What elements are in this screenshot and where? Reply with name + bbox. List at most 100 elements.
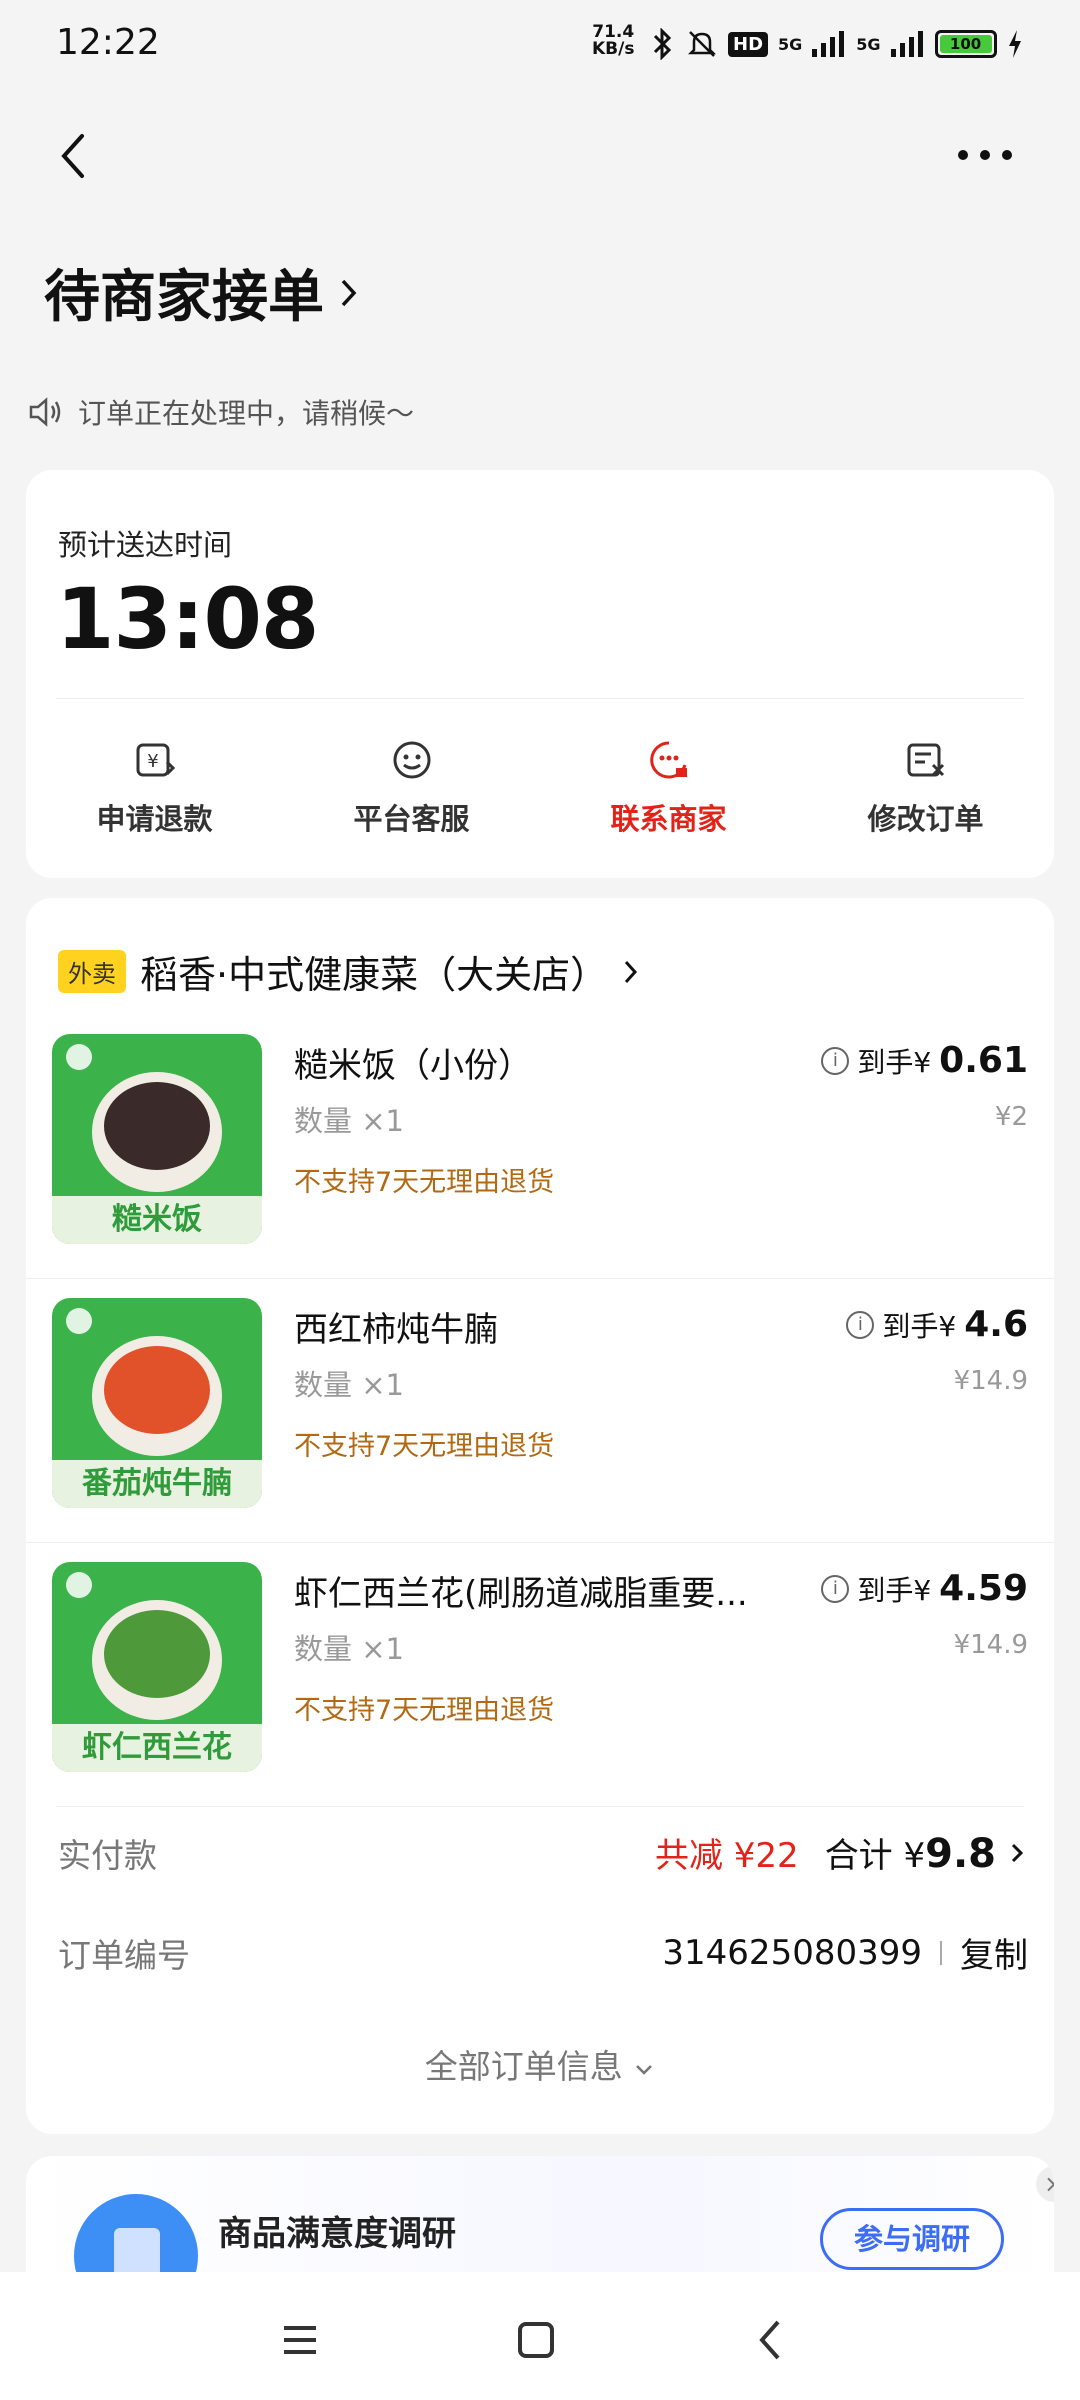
copy-button[interactable]: 复制 (960, 1928, 1028, 1977)
divider (56, 1806, 1024, 1807)
back-button[interactable] (52, 128, 96, 184)
payment-row[interactable]: 实付款 共减 ¥22 合计 ¥9.8 (58, 1828, 1028, 1877)
survey-title: 商品满意度调研 (218, 2214, 456, 2254)
order-number-row: 订单编号 314625080399 复制 (58, 1928, 1028, 1977)
refund-label: 申请退款 (96, 802, 213, 836)
status-icons: HD 5G 5G 100 (650, 24, 1023, 64)
shop-header[interactable]: 外卖 稻香·中式健康菜（大关店） (58, 944, 640, 999)
item-name: 西红柿炖牛腩 (294, 1310, 498, 1350)
order-item[interactable]: 糙米饭 糙米饭（小份） 数量 ×1 不支持7天无理由退货 i 到手¥ 0.61 ¥… (26, 1016, 1054, 1280)
svg-text:¥: ¥ (147, 751, 158, 772)
item-quantity: 数量 ×1 (294, 1104, 404, 1138)
payment-total: 合计 ¥9.8 (825, 1828, 996, 1877)
divider (56, 698, 1024, 699)
signal-1: 5G (778, 34, 803, 54)
no-return-note: 不支持7天无理由退货 (294, 1431, 555, 1462)
order-item[interactable]: 番茄炖牛腩 西红柿炖牛腩 数量 ×1 不支持7天无理由退货 i 到手¥ 4.6 ¥… (26, 1280, 1054, 1544)
menu-icon[interactable] (270, 2310, 330, 2370)
contact-merchant-label: 联系商家 (610, 802, 727, 836)
shop-name: 稻香·中式健康菜（大关店） (140, 953, 609, 997)
chevron-right-icon (624, 960, 638, 983)
divider (940, 1940, 942, 1965)
customer-service-button[interactable]: 平台客服 (283, 738, 540, 838)
contact-merchant-button[interactable]: 联系商家 (540, 738, 797, 838)
item-original-price: ¥2 (994, 1102, 1028, 1132)
signal-2: 5G (856, 34, 881, 54)
battery-icon: 100 (934, 30, 997, 58)
edit-order-label: 修改订单 (867, 802, 984, 836)
divider (26, 1542, 1054, 1543)
item-image: 番茄炖牛腩 (52, 1298, 262, 1508)
status-time: 12:22 (56, 22, 160, 63)
item-image-caption: 番茄炖牛腩 (52, 1460, 262, 1508)
notice-text: 订单正在处理中，请稍候～ (78, 397, 415, 430)
chevron-right-icon (1011, 1843, 1024, 1862)
speaker-icon (29, 397, 61, 427)
close-icon[interactable]: × (1036, 2166, 1054, 2202)
item-original-price: ¥14.9 (953, 1630, 1028, 1660)
price-prefix: 到手¥ (882, 1310, 957, 1343)
eta-label: 预计送达时间 (58, 528, 233, 562)
more-options-button[interactable] (958, 150, 1018, 170)
no-return-note: 不支持7天无理由退货 (294, 1167, 555, 1198)
net-speed: 71.4 KB/s (592, 24, 634, 58)
total-value: 9.8 (925, 1831, 996, 1877)
item-image: 糙米饭 (52, 1034, 262, 1244)
back-icon[interactable] (742, 2310, 802, 2370)
eta-time: 13:08 (56, 570, 319, 668)
system-nav-bar (0, 2272, 1080, 2400)
refund-button[interactable]: ¥ 申请退款 (26, 738, 283, 838)
customer-service-icon (393, 741, 430, 779)
food-graphic (104, 1610, 210, 1698)
order-details-card: 外卖 稻香·中式健康菜（大关店） 糙米饭 糙米饭（小份） 数量 ×1 不支持7天… (26, 898, 1054, 2134)
chevron-right-icon (341, 279, 357, 306)
order-status-title[interactable]: 待商家接单 (44, 252, 360, 333)
edit-order-button[interactable]: 修改订单 (797, 738, 1054, 838)
status-bar: 12:22 71.4 KB/s HD 5G 5G 100 (0, 0, 1080, 90)
all-order-info-label: 全部订单信息 (424, 2047, 623, 2086)
contact-merchant-icon (649, 741, 687, 779)
brand-logo (66, 1308, 92, 1334)
item-name: 糙米饭（小份） (294, 1046, 532, 1086)
order-item[interactable]: 虾仁西兰花 虾仁西兰花(刷肠道减脂重要... 数量 ×1 不支持7天无理由退货 … (26, 1544, 1054, 1808)
brand-logo (66, 1572, 92, 1598)
item-final-price: i 到手¥ 4.59 (821, 1568, 1028, 1609)
item-final-price: i 到手¥ 4.6 (846, 1304, 1028, 1345)
hd-badge: HD (728, 31, 769, 57)
discount-total: 共减 ¥22 (654, 1836, 799, 1876)
price-value: 4.59 (939, 1568, 1028, 1609)
item-image: 虾仁西兰花 (52, 1562, 262, 1772)
food-graphic (104, 1082, 210, 1170)
home-icon[interactable] (506, 2310, 566, 2370)
order-actions: ¥ 申请退款 平台客服 联系商家 修改订单 (26, 738, 1054, 838)
charging-icon (1008, 30, 1021, 58)
item-original-price: ¥14.9 (953, 1366, 1028, 1396)
item-image-caption: 虾仁西兰花 (52, 1724, 262, 1772)
battery-level: 100 (939, 35, 992, 53)
net-speed-unit: KB/s (592, 39, 635, 59)
price-value: 4.6 (964, 1304, 1028, 1345)
mute-bell-icon (687, 31, 717, 57)
info-icon[interactable]: i (821, 1046, 850, 1075)
info-icon[interactable]: i (821, 1574, 850, 1603)
item-image-caption: 糙米饭 (52, 1196, 262, 1244)
order-number-value: 314625080399 (662, 1932, 922, 1973)
join-survey-button[interactable]: 参与调研 (820, 2208, 1004, 2270)
item-quantity: 数量 ×1 (294, 1368, 404, 1402)
page-title: 待商家接单 (44, 265, 324, 330)
food-graphic (104, 1346, 210, 1434)
all-order-info-toggle[interactable]: 全部订单信息 (26, 2040, 1054, 2088)
refund-icon: ¥ (136, 743, 175, 777)
no-return-note: 不支持7天无理由退货 (294, 1695, 555, 1726)
brand-logo (66, 1044, 92, 1070)
payment-label: 实付款 (58, 1835, 157, 1875)
signal-bars-icon (812, 31, 845, 57)
notice-bar: 订单正在处理中，请稍候～ (28, 392, 414, 432)
item-quantity: 数量 ×1 (294, 1632, 404, 1666)
item-final-price: i 到手¥ 0.61 (821, 1040, 1028, 1081)
info-icon[interactable]: i (846, 1310, 875, 1339)
total-prefix: 合计 ¥ (824, 1836, 926, 1876)
customer-service-label: 平台客服 (353, 802, 470, 836)
divider (26, 1278, 1054, 1279)
item-name: 虾仁西兰花(刷肠道减脂重要... (294, 1574, 748, 1614)
